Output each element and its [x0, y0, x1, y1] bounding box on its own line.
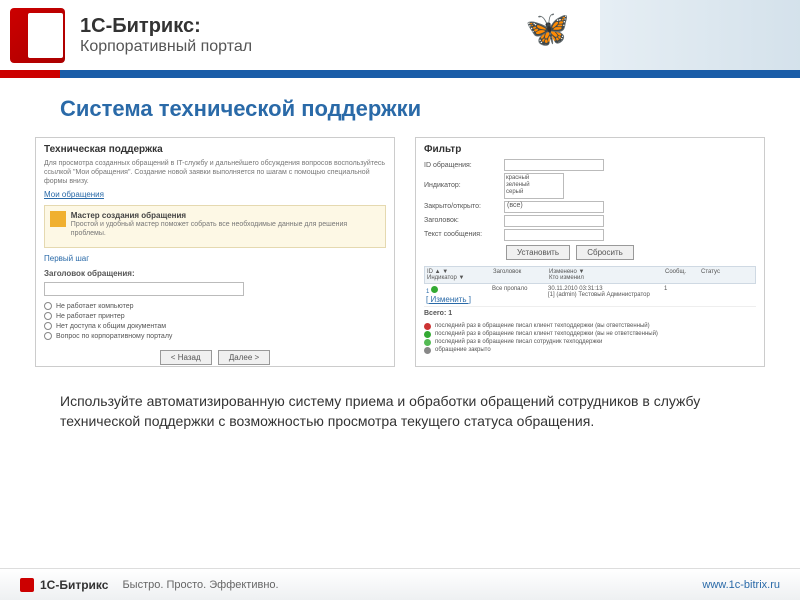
- my-requests-link[interactable]: Мои обращения: [44, 190, 104, 199]
- first-step-label: Первый шаг: [44, 254, 386, 263]
- col-status[interactable]: Статус: [701, 269, 720, 281]
- support-panel: Техническая поддержка Для просмотра созд…: [35, 137, 395, 367]
- buildings-graphic: [600, 0, 800, 70]
- radio-option[interactable]: Не работает принтер: [44, 312, 386, 320]
- row-id-cell: 1 [ Изменить ]: [426, 286, 486, 304]
- apply-button[interactable]: Установить: [506, 245, 570, 260]
- dot-green-icon: [424, 331, 431, 338]
- total-label: Всего: 1: [424, 310, 756, 317]
- radio-option[interactable]: Не работает компьютер: [44, 302, 386, 310]
- footer-brand: 1С-Битрикс: [40, 578, 108, 592]
- dot-red-icon: [424, 323, 431, 330]
- wizard-subtitle: Простой и удобный мастер поможет собрать…: [71, 220, 380, 238]
- row-changed: 30.11.2010 03:31:13[1] (admin) Тестовый …: [548, 286, 658, 304]
- footer-logo-icon: [20, 578, 34, 592]
- filter-title-input[interactable]: [504, 215, 604, 227]
- filter-title: Фильтр: [424, 144, 756, 155]
- wizard-title: Мастер создания обращения: [71, 211, 380, 220]
- wizard-icon: [50, 211, 66, 227]
- col-msgs[interactable]: Сообщ.: [665, 269, 695, 281]
- footer-url[interactable]: www.1c-bitrix.ru: [702, 579, 780, 591]
- col-title[interactable]: Заголовок: [493, 269, 543, 281]
- status-dot-icon: [431, 286, 438, 293]
- table-row: 1 [ Изменить ] Все пропало 30.11.2010 03…: [424, 284, 756, 307]
- footer: 1С-Битрикс Быстро. Просто. Эффективно. w…: [0, 568, 800, 600]
- brand-line2: Корпоративный портал: [80, 38, 252, 56]
- row-msgs: 1: [664, 286, 694, 304]
- col-changed[interactable]: Изменено ▼Кто изменил: [549, 269, 659, 281]
- filter-indicator-label: Индикатор:: [424, 182, 504, 189]
- support-title: Техническая поддержка: [44, 144, 386, 155]
- table-header: ID ▲ ▼Индикатор ▼ Заголовок Изменено ▼Кт…: [424, 266, 756, 284]
- brand-text: 1С-Битрикс: Корпоративный портал: [80, 15, 252, 56]
- filter-text-input[interactable]: [504, 229, 604, 241]
- filter-title-label: Заголовок:: [424, 217, 504, 224]
- filter-id-label: ID обращения:: [424, 162, 504, 169]
- wizard-nav: < Назад Далее >: [44, 350, 386, 365]
- reset-button[interactable]: Сбросить: [576, 245, 634, 260]
- radio-icon: [44, 322, 52, 330]
- radio-list: Не работает компьютер Не работает принте…: [44, 302, 386, 340]
- body-text: Используйте автоматизированную систему п…: [0, 377, 800, 446]
- screenshots-row: Техническая поддержка Для просмотра созд…: [0, 132, 800, 377]
- header-stripe: [0, 70, 800, 78]
- field-heading: Заголовок обращения:: [44, 269, 386, 278]
- request-title-input[interactable]: [44, 282, 244, 296]
- next-button[interactable]: Далее >: [218, 350, 270, 365]
- support-description: Для просмотра созданных обращений в IT-с…: [44, 159, 386, 186]
- edit-link[interactable]: [ Изменить ]: [426, 295, 471, 304]
- radio-option[interactable]: Вопрос по корпоративному порталу: [44, 332, 386, 340]
- butterfly-icon: 🦋: [525, 8, 570, 50]
- radio-icon: [44, 312, 52, 320]
- footer-slogan: Быстро. Просто. Эффективно.: [122, 579, 278, 591]
- page-title: Система технической поддержки: [0, 78, 800, 132]
- radio-icon: [44, 332, 52, 340]
- col-id[interactable]: ID ▲ ▼Индикатор ▼: [427, 269, 487, 281]
- filter-id-input[interactable]: [504, 159, 604, 171]
- filter-text-label: Текст сообщения:: [424, 231, 504, 238]
- header: 1С-Битрикс: Корпоративный портал 🦋: [0, 0, 800, 70]
- filter-closed-label: Закрыто/открыто:: [424, 203, 504, 210]
- radio-option[interactable]: Нет доступа к общим документам: [44, 322, 386, 330]
- brand-line1: 1С-Битрикс:: [80, 15, 252, 38]
- filter-closed-select[interactable]: (все): [504, 201, 604, 213]
- product-box-image: [10, 8, 65, 63]
- legend: последний раз в обращение писал клиент т…: [424, 323, 756, 354]
- radio-icon: [44, 302, 52, 310]
- dot-green2-icon: [424, 339, 431, 346]
- back-button[interactable]: < Назад: [160, 350, 212, 365]
- indicator-select[interactable]: красный зеленый серый: [504, 173, 564, 199]
- row-title: Все пропало: [492, 286, 542, 304]
- wizard-box: Мастер создания обращения Простой и удоб…: [44, 205, 386, 248]
- dot-gray-icon: [424, 347, 431, 354]
- filter-panel: Фильтр ID обращения: Индикатор: красный …: [415, 137, 765, 367]
